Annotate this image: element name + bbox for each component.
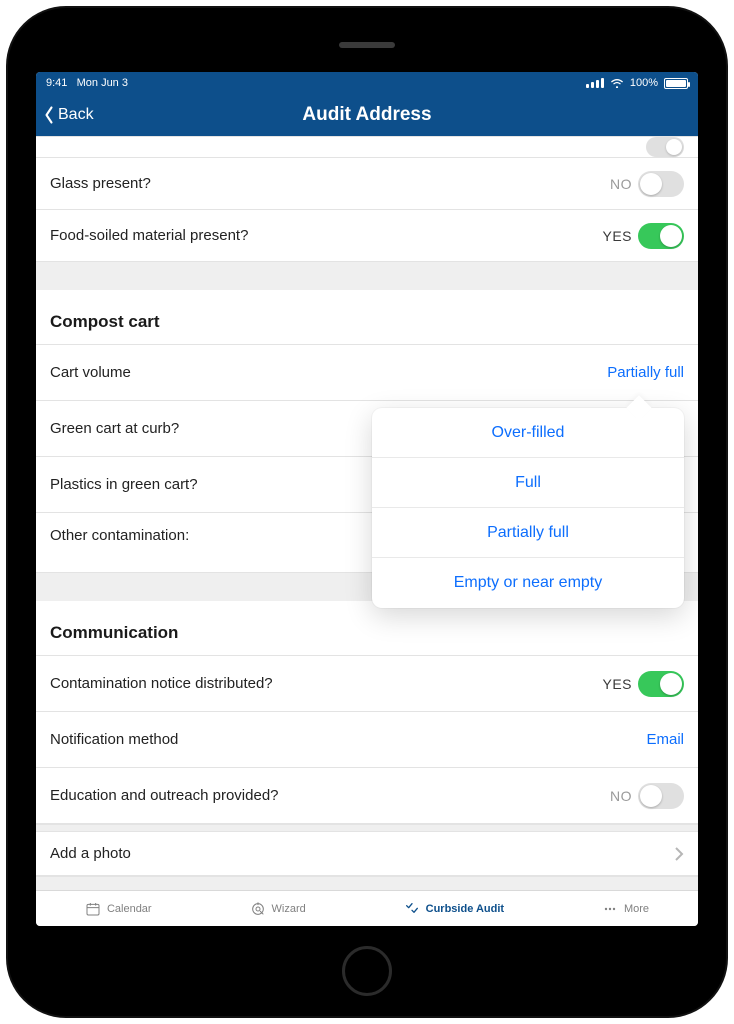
row-food-soiled: Food-soiled material present? YES <box>36 210 698 262</box>
tab-label: Curbside Audit <box>426 903 504 915</box>
toggle-value-label: YES <box>602 228 632 244</box>
toggle-value-label: YES <box>602 676 632 692</box>
cart-volume-popover: Over-filled Full Partially full Empty or… <box>372 408 684 608</box>
option-partially-full[interactable]: Partially full <box>372 508 684 558</box>
toggle-contamination-notice[interactable] <box>638 671 684 697</box>
signal-bars-icon <box>586 78 604 88</box>
row-label: Other contamination: <box>50 527 189 544</box>
tab-label: Wizard <box>272 903 306 915</box>
tab-label: More <box>624 903 649 915</box>
speaker-slot <box>339 42 395 48</box>
row-label: Education and outreach provided? <box>50 787 279 804</box>
row-label: Add a photo <box>50 845 131 862</box>
row-value: Partially full <box>607 364 684 381</box>
battery-percent: 100% <box>630 77 658 89</box>
nav-bar: Back Audit Address <box>36 94 698 136</box>
toggle-value-label: NO <box>610 176 632 192</box>
row-add-photo[interactable]: Add a photo <box>36 832 698 876</box>
screen: 9:41 Mon Jun 3 100% Back <box>36 72 698 926</box>
toggle-partial[interactable] <box>646 137 684 157</box>
section-header-communication: Communication <box>36 601 698 656</box>
row-value: Email <box>646 731 684 748</box>
row-label: Glass present? <box>50 175 151 192</box>
tab-wizard[interactable]: Wizard <box>250 901 306 917</box>
row-label: Cart volume <box>50 364 131 381</box>
tab-curbside-audit[interactable]: Curbside Audit <box>404 901 504 917</box>
toggle-education-outreach[interactable] <box>638 783 684 809</box>
row-label: Food-soiled material present? <box>50 227 248 244</box>
tab-label: Calendar <box>107 903 152 915</box>
section-header-compost: Compost cart <box>36 290 698 345</box>
toggle-glass-present[interactable] <box>638 171 684 197</box>
row-partial-top <box>36 136 698 158</box>
option-full[interactable]: Full <box>372 458 684 508</box>
option-empty[interactable]: Empty or near empty <box>372 558 684 608</box>
toggle-value-label: NO <box>610 788 632 804</box>
tab-more[interactable]: More <box>602 901 649 917</box>
chevron-left-icon <box>42 105 56 125</box>
row-label: Plastics in green cart? <box>50 476 198 493</box>
home-button[interactable] <box>342 946 392 996</box>
checklist-icon <box>404 901 420 917</box>
form-content: Glass present? NO Food-soiled material p… <box>36 136 698 890</box>
battery-icon <box>664 78 688 89</box>
chevron-right-icon <box>674 846 684 862</box>
status-bar: 9:41 Mon Jun 3 100% <box>36 72 698 94</box>
tab-calendar[interactable]: Calendar <box>85 901 152 917</box>
back-label: Back <box>58 106 94 124</box>
row-label: Green cart at curb? <box>50 420 179 437</box>
status-time: 9:41 <box>46 77 67 89</box>
page-title: Audit Address <box>36 104 698 126</box>
wifi-icon <box>610 78 624 88</box>
row-cart-volume[interactable]: Cart volume Partially full <box>36 345 698 401</box>
calendar-icon <box>85 901 101 917</box>
row-label: Contamination notice distributed? <box>50 675 273 692</box>
status-date: Mon Jun 3 <box>77 77 128 89</box>
toggle-food-soiled[interactable] <box>638 223 684 249</box>
row-label: Notification method <box>50 731 178 748</box>
row-contamination-notice: Contamination notice distributed? YES <box>36 656 698 712</box>
more-icon <box>602 901 618 917</box>
back-button[interactable]: Back <box>36 105 94 125</box>
tab-bar: Calendar Wizard Curbside Audit More <box>36 890 698 926</box>
row-notification-method[interactable]: Notification method Email <box>36 712 698 768</box>
row-education-outreach: Education and outreach provided? NO <box>36 768 698 824</box>
status-time-date: 9:41 Mon Jun 3 <box>46 77 128 89</box>
target-icon <box>250 901 266 917</box>
row-glass-present: Glass present? NO <box>36 158 698 210</box>
tablet-frame: 9:41 Mon Jun 3 100% Back <box>8 8 726 1016</box>
